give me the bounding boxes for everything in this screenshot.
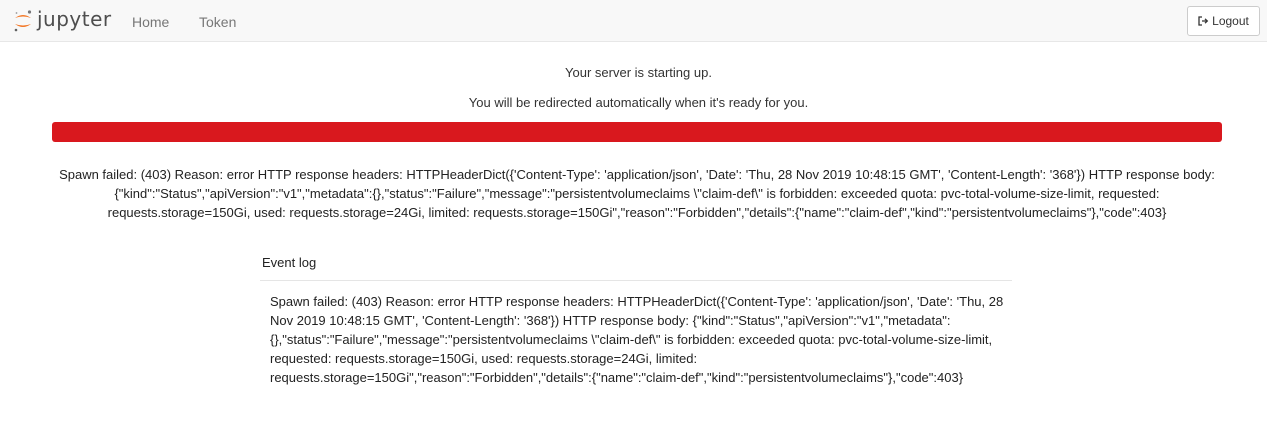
progress-bar-fill [52, 122, 1222, 142]
progress-bar [52, 122, 1222, 142]
sign-out-icon [1198, 16, 1209, 26]
jupyter-logo-icon [13, 9, 33, 33]
logout-label: Logout [1212, 14, 1249, 28]
redirect-message: You will be redirected automatically whe… [468, 95, 809, 110]
jupyter-home-logo[interactable]: jupyter [13, 5, 112, 37]
divider [260, 280, 1012, 281]
event-log-toggle[interactable]: Event log [262, 255, 316, 270]
spawn-error-message: Spawn failed: (403) Reason: error HTTP r… [59, 167, 1215, 220]
starting-message: Your server is starting up. [565, 65, 712, 80]
logout-button[interactable]: Logout [1187, 6, 1260, 36]
nav-link-home[interactable]: Home [132, 13, 169, 31]
navbar: jupyter Home Token Logout [0, 0, 1267, 42]
event-log-entry: Spawn failed: (403) Reason: error HTTP r… [270, 294, 1004, 385]
brand-text: jupyter [37, 7, 112, 31]
nav-link-token[interactable]: Token [199, 13, 236, 31]
